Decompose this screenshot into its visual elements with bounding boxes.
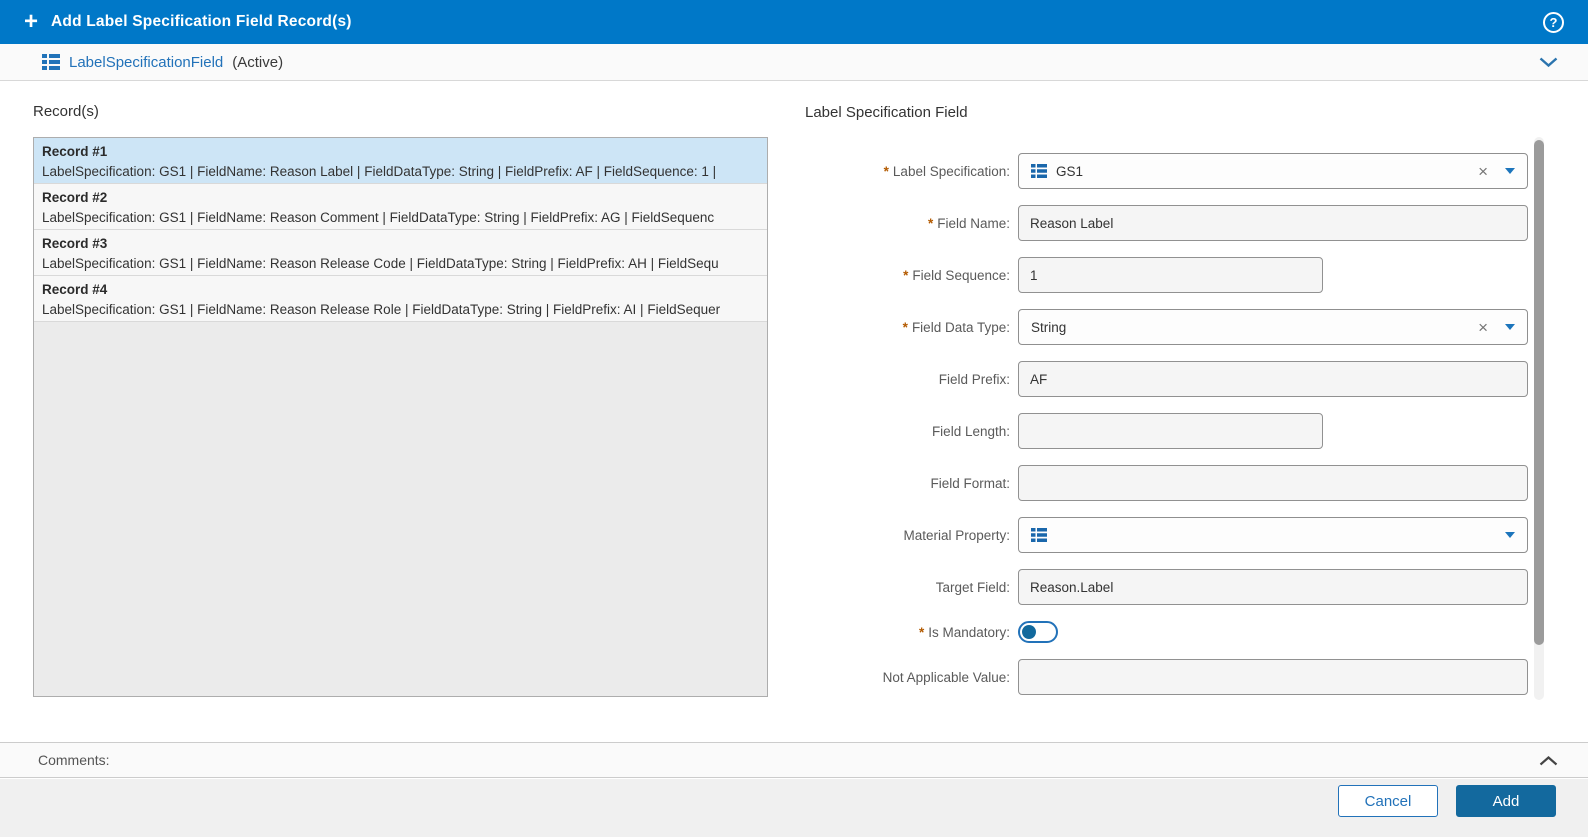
field-label: Field Length: (931, 423, 1010, 439)
field-name-input[interactable] (1018, 205, 1528, 241)
record-row-4[interactable]: Record #4 LabelSpecification: GS1 | Fiel… (34, 276, 767, 322)
comments-label: Comments: (38, 752, 110, 768)
field-row-label-specification: * Label Specification: GS1 × (805, 153, 1531, 189)
field-label: Field Name: (937, 215, 1010, 231)
required-marker: * (918, 624, 925, 640)
field-label: Field Prefix: (938, 371, 1010, 387)
record-title: Record #4 (42, 282, 108, 297)
field-label: Material Property: (903, 527, 1010, 543)
entity-header: LabelSpecificationField (Active) (0, 44, 1588, 81)
field-row-target-field: Target Field: (805, 569, 1531, 605)
required-marker: * (927, 215, 934, 231)
field-row-field-prefix: Field Prefix: (805, 361, 1531, 397)
field-row-field-sequence: * Field Sequence: (805, 257, 1531, 293)
chevron-down-icon[interactable] (1505, 324, 1515, 330)
record-title: Record #2 (42, 190, 108, 205)
field-data-type-select[interactable]: String × (1018, 309, 1528, 345)
record-row-2[interactable]: Record #2 LabelSpecification: GS1 | Fiel… (34, 184, 767, 230)
entity-link[interactable]: LabelSpecificationField (69, 54, 223, 71)
comments-section: Comments: (0, 742, 1588, 778)
field-row-not-applicable-value: Not Applicable Value: (805, 659, 1531, 695)
field-row-is-mandatory: * Is Mandatory: (805, 621, 1531, 643)
record-title: Record #3 (42, 236, 108, 251)
clear-icon[interactable]: × (1478, 163, 1488, 180)
field-label: Field Format: (930, 475, 1010, 491)
record-list: Record #1 LabelSpecification: GS1 | Fiel… (33, 137, 768, 697)
is-mandatory-toggle[interactable] (1018, 621, 1058, 643)
cancel-button[interactable]: Cancel (1338, 785, 1438, 817)
field-row-field-length: Field Length: (805, 413, 1531, 449)
field-row-material-property: Material Property: (805, 517, 1531, 553)
collapse-chevron-up-icon[interactable] (1539, 755, 1558, 766)
record-title: Record #1 (42, 144, 108, 159)
field-label: Not Applicable Value: (882, 669, 1010, 685)
record-summary: LabelSpecification: GS1 | FieldName: Rea… (42, 210, 715, 225)
field-label: Field Data Type: (911, 319, 1010, 335)
clear-icon[interactable]: × (1478, 319, 1488, 336)
table-grid-icon (1031, 528, 1047, 542)
field-label: Is Mandatory: (928, 624, 1010, 640)
record-row-3[interactable]: Record #3 LabelSpecification: GS1 | Fiel… (34, 230, 767, 276)
field-prefix-input[interactable] (1018, 361, 1528, 397)
field-row-field-data-type: * Field Data Type: String × (805, 309, 1531, 345)
record-row-1[interactable]: Record #1 LabelSpecification: GS1 | Fiel… (34, 138, 767, 184)
label-specification-lookup[interactable]: GS1 × (1018, 153, 1528, 189)
label-specification-value: GS1 (1056, 163, 1084, 179)
dialog-footer: Cancel Add (0, 779, 1588, 837)
required-marker: * (902, 319, 908, 335)
table-grid-icon (42, 54, 60, 70)
required-marker: * (903, 267, 909, 283)
record-summary: LabelSpecification: GS1 | FieldName: Rea… (42, 164, 717, 179)
toggle-knob (1022, 625, 1036, 639)
records-panel-title: Record(s) (33, 103, 99, 120)
not-applicable-value-input[interactable] (1018, 659, 1528, 695)
table-grid-icon (1031, 164, 1047, 178)
field-length-input[interactable] (1018, 413, 1323, 449)
add-button[interactable]: Add (1456, 785, 1556, 817)
target-field-input[interactable] (1018, 569, 1528, 605)
required-marker: * (883, 163, 889, 179)
help-icon[interactable]: ? (1543, 11, 1564, 33)
chevron-down-icon[interactable] (1505, 168, 1515, 174)
form-body: * Label Specification: GS1 × * Field Name:… (805, 137, 1531, 700)
collapse-chevron-down-icon[interactable] (1539, 57, 1558, 68)
field-label: Target Field: (935, 579, 1010, 595)
field-sequence-input[interactable] (1018, 257, 1323, 293)
chevron-down-icon[interactable] (1505, 532, 1515, 538)
form-scrollbar-thumb[interactable] (1534, 140, 1544, 645)
form-title: Label Specification Field (805, 104, 968, 121)
plus-icon: + (24, 8, 39, 35)
field-row-field-format: Field Format: (805, 465, 1531, 501)
record-summary: LabelSpecification: GS1 | FieldName: Rea… (42, 256, 719, 271)
field-label: Field Sequence: (912, 267, 1010, 283)
field-label: Label Specification: (892, 163, 1010, 179)
field-data-type-value: String (1031, 319, 1067, 335)
entity-status: (Active) (232, 53, 284, 71)
dialog-title: Add Label Specification Field Record(s) (51, 13, 352, 30)
field-row-field-name: * Field Name: (805, 205, 1531, 241)
dialog-titlebar: + Add Label Specification Field Record(s… (0, 0, 1588, 44)
record-summary: LabelSpecification: GS1 | FieldName: Rea… (42, 302, 721, 317)
field-format-input[interactable] (1018, 465, 1528, 501)
material-property-lookup[interactable] (1018, 517, 1528, 553)
